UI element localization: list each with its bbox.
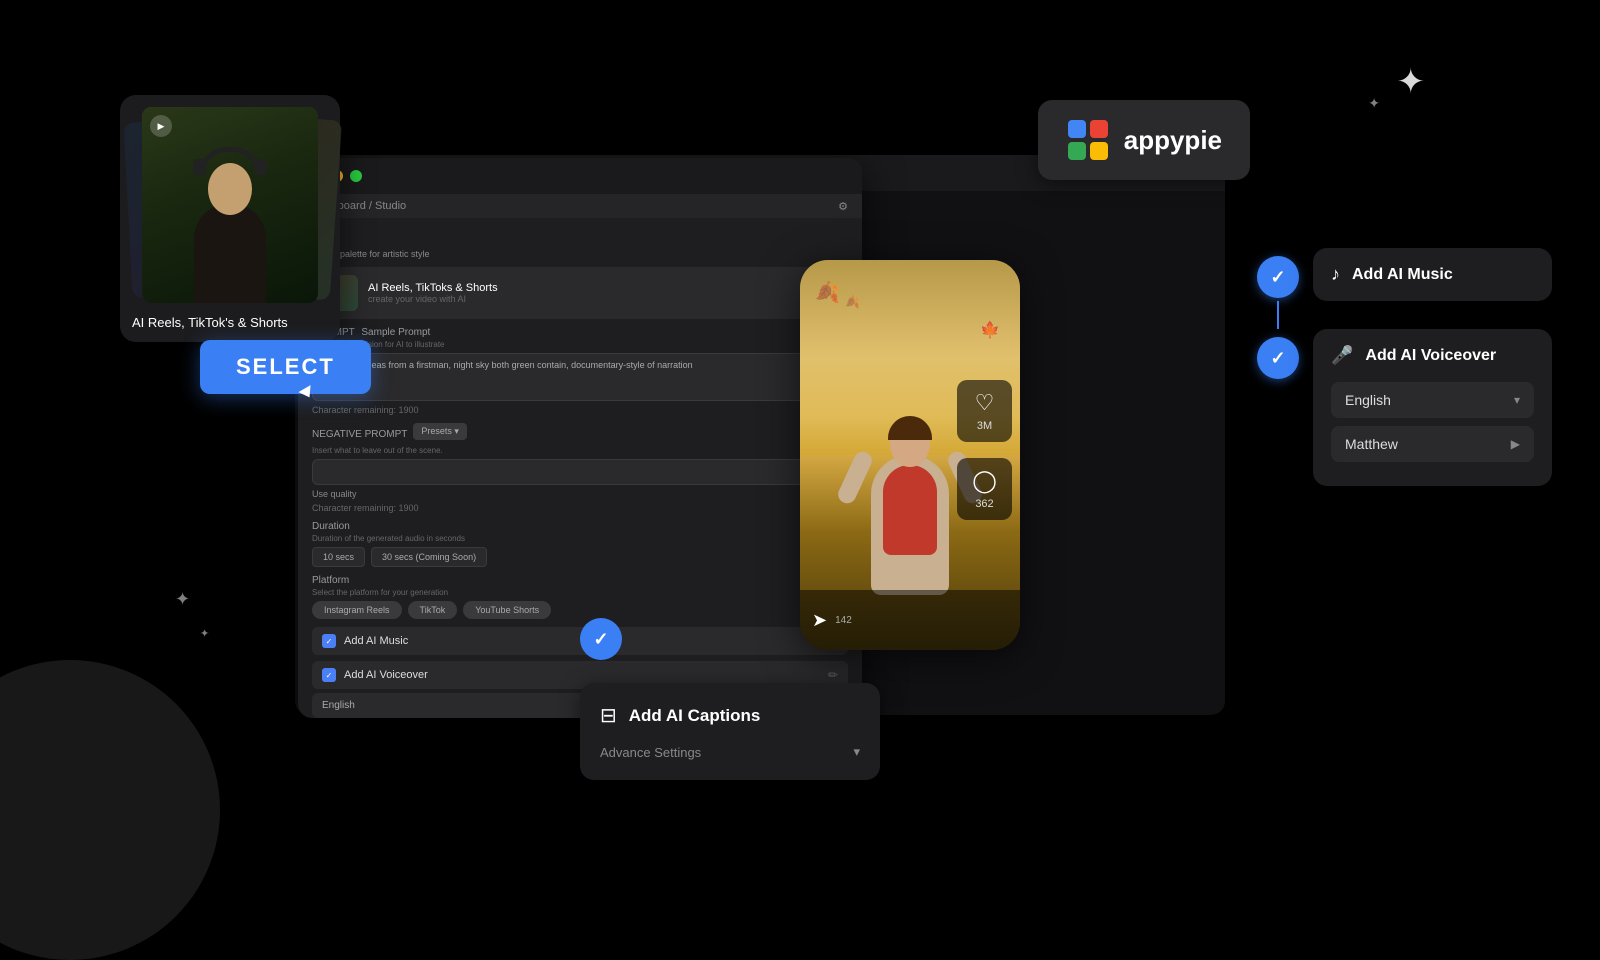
breadcrumb: Dashboard / Studio ⚙ <box>298 194 862 218</box>
sparkle-icon-small-3: ✦ <box>200 627 209 640</box>
check-col-voiceover: ✓ <box>1257 329 1299 379</box>
share-count: 142 <box>835 615 852 626</box>
appypie-logo-icon <box>1066 118 1110 162</box>
neg-prompt-sublabel: Insert what to leave out of the scene. <box>312 446 848 455</box>
voiceover-voice-dropdown[interactable]: Matthew ▶ <box>1331 426 1534 462</box>
duration-sublabel: Duration of the generated audio in secon… <box>312 534 848 543</box>
template-card: ▶ AI Reels, TikTok's & Shorts <box>120 95 340 342</box>
comments-count: 362 <box>975 498 993 510</box>
user-avatar-placeholder: ⚙ <box>838 200 848 213</box>
sparkle-icon-small-1: ✦ <box>1368 95 1380 112</box>
interaction-icons: ♡ 3M ◯ 362 <box>957 380 1012 520</box>
ai-voiceover-body: English ▾ Matthew ▶ <box>1313 382 1552 486</box>
dur-btn-10s[interactable]: 10 secs <box>312 547 365 567</box>
feature-voiceover-icon: ✏ <box>828 668 838 682</box>
check-btn-voiceover[interactable]: ✓ <box>1257 337 1299 379</box>
music-icon: ♪ <box>1331 264 1340 285</box>
captions-header: ⊟ Add AI Captions <box>600 703 860 728</box>
logo-text: appypie <box>1124 125 1222 156</box>
captions-icon: ⊟ <box>600 703 617 728</box>
platform-youtube[interactable]: YouTube Shorts <box>463 601 551 619</box>
section-del-label: DEL <box>312 236 848 247</box>
mobile-bottom-bar: ➤ 142 <box>800 590 1020 650</box>
sparkle-icon-top-right: ✦ <box>1397 62 1426 102</box>
quality-label: Use quality <box>312 489 848 499</box>
duration-label: Duration <box>312 521 848 532</box>
negative-prompt-textarea[interactable] <box>312 459 848 485</box>
leaf-1: 🍂 <box>815 280 840 305</box>
mobile-background: 🍂 🍁 🍂 ♡ 3M ◯ 362 ➤ 142 <box>800 260 1020 650</box>
connector-line-1 <box>1277 301 1279 329</box>
presets-button[interactable]: Presets ▾ <box>413 423 467 440</box>
appypie-logo: appypie <box>1038 100 1250 180</box>
play-icon-thumb: ▶ <box>150 115 172 137</box>
captions-title: Add AI Captions <box>629 706 761 726</box>
thumbnail-stack: ▶ <box>132 107 328 303</box>
likes-box: ♡ 3M <box>957 380 1012 442</box>
mobile-frame: 🍂 🍁 🍂 ♡ 3M ◯ 362 ➤ 142 <box>800 260 1020 650</box>
leaf-3: 🍂 <box>845 295 860 309</box>
ai-voiceover-header: 🎤 Add AI Voiceover <box>1313 329 1552 382</box>
prompt-sublabel: describe your vision for AI to illustrat… <box>312 340 848 349</box>
sparkle-icon-small-2: ✦ <box>175 589 190 610</box>
select-button[interactable]: SELECT <box>200 340 371 394</box>
platform-tiktok[interactable]: TikTok <box>408 601 458 619</box>
platform-instagram[interactable]: Instagram Reels <box>312 601 402 619</box>
ai-music-title: Add AI Music <box>1352 266 1453 284</box>
char-remaining-1: Character remaining: 1900 <box>312 405 848 415</box>
ai-music-card: ♪ Add AI Music <box>1313 248 1552 301</box>
voiceover-lang-value: English <box>322 700 355 711</box>
template-sub: create your video with AI <box>368 294 816 304</box>
char-remaining-2: Character remaining: 1900 <box>312 503 848 513</box>
leaf-2: 🍁 <box>980 320 1000 340</box>
likes-count: 3M <box>977 420 992 432</box>
duration-row: 10 secs 30 secs (Coming Soon) <box>312 547 848 567</box>
voiceover-lang-right: English <box>1345 392 1391 408</box>
template-name: AI Reels, TikToks & Shorts <box>368 282 816 294</box>
template-desc: one AI palette for artistic style <box>312 249 848 259</box>
voiceover-icon: 🎤 <box>1331 345 1353 366</box>
feature-voiceover-checkbox: ✓ <box>322 668 336 682</box>
voice-dropdown-arrow: ▶ <box>1511 437 1520 451</box>
feature-voiceover-label: Add AI Voiceover <box>344 669 828 681</box>
negative-prompt-row: NEGATIVE PROMPT Presets ▾ <box>312 421 848 442</box>
thumb-main: ▶ <box>142 107 318 303</box>
platform-tags: Instagram Reels TikTok YouTube Shorts <box>312 601 848 619</box>
platform-label: Platform <box>312 575 848 586</box>
prompt-label: PROMPT Sample Prompt <box>312 327 848 338</box>
captions-settings-arrow: ▾ <box>853 744 860 760</box>
prompt-textarea[interactable]: write your ideas from a firstman, night … <box>312 353 848 401</box>
comments-box: ◯ 362 <box>957 458 1012 520</box>
ai-music-section: ✓ ♪ Add AI Music <box>1257 248 1552 301</box>
platform-sublabel: Select the platform for your generation <box>312 588 848 597</box>
ai-music-header: ♪ Add AI Music <box>1313 248 1552 301</box>
check-col-music: ✓ <box>1257 248 1299 298</box>
template-info: AI Reels, TikToks & Shorts create your v… <box>368 282 816 304</box>
captions-panel: ⊟ Add AI Captions Advance Settings ▾ <box>580 683 880 780</box>
dur-btn-30s[interactable]: 30 secs (Coming Soon) <box>371 547 487 567</box>
dot-green-studio <box>350 170 362 182</box>
captions-settings-row[interactable]: Advance Settings ▾ <box>600 744 860 760</box>
neg-prompt-label: NEGATIVE PROMPT <box>312 429 407 440</box>
ai-features-panel: ✓ ♪ Add AI Music ✓ 🎤 Add AI Voiceover En… <box>1257 248 1552 486</box>
ai-voiceover-title: Add AI Voiceover <box>1365 347 1496 365</box>
feature-music-checkbox: ✓ <box>322 634 336 648</box>
check-btn-music[interactable]: ✓ <box>1257 256 1299 298</box>
voiceover-lang-dropdown-right[interactable]: English ▾ <box>1331 382 1534 418</box>
check-btn-captions[interactable]: ✓ <box>580 618 622 660</box>
card-title: AI Reels, TikTok's & Shorts <box>132 315 328 330</box>
heart-icon: ♡ <box>975 390 995 416</box>
template-row[interactable]: AI Reels, TikToks & Shorts create your v… <box>312 267 848 319</box>
captions-settings-label: Advance Settings <box>600 745 701 760</box>
ai-voiceover-card: 🎤 Add AI Voiceover English ▾ Matthew ▶ <box>1313 329 1552 486</box>
comment-icon: ◯ <box>972 468 997 494</box>
ai-voiceover-section: ✓ 🎤 Add AI Voiceover English ▾ Matthew ▶ <box>1257 329 1552 486</box>
mobile-preview: 🍂 🍁 🍂 ♡ 3M ◯ 362 ➤ 142 <box>800 260 1020 650</box>
sample-prompt-btn[interactable]: Sample Prompt <box>361 327 430 338</box>
send-icon: ➤ <box>812 610 827 631</box>
lang-dropdown-arrow: ▾ <box>1514 393 1520 407</box>
voiceover-voice: Matthew <box>1345 436 1398 452</box>
